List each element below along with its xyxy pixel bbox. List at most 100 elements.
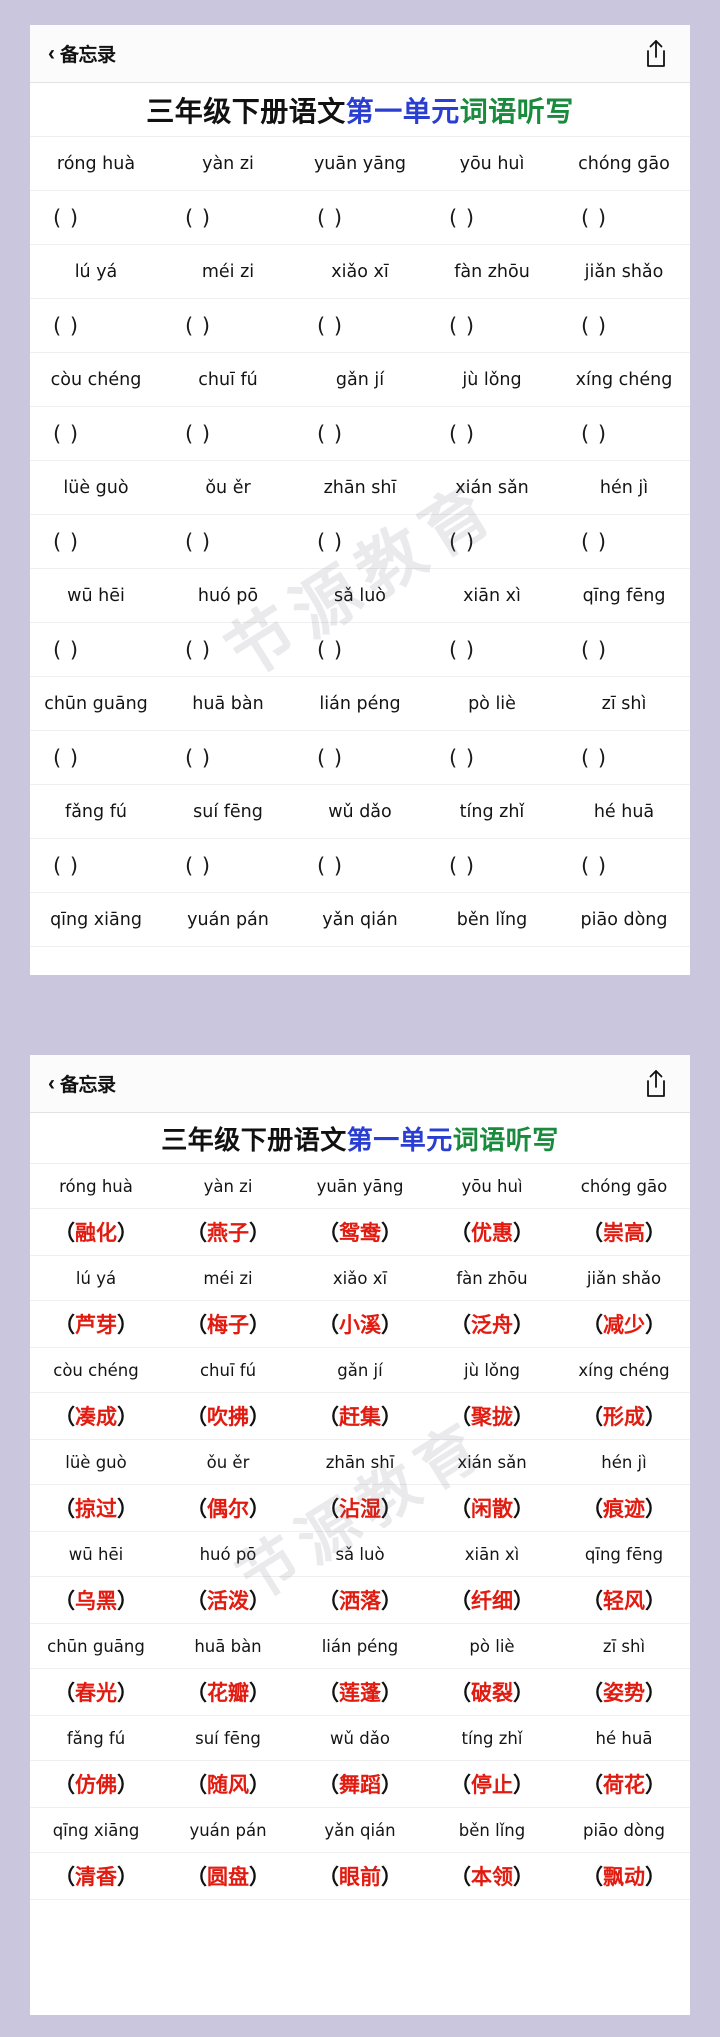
pinyin-cell: wǔ dǎo <box>330 1728 390 1748</box>
blank-paren[interactable]: ( ) <box>53 206 139 230</box>
pinyin-cell: zī shì <box>601 693 647 714</box>
paren-close: ） <box>645 1220 666 1245</box>
blank-paren[interactable]: ( ) <box>185 746 271 770</box>
paren-open: （ <box>318 1680 339 1705</box>
pinyin-cell: gǎn jí <box>335 369 385 390</box>
share-icon[interactable] <box>644 39 668 69</box>
table-row: ( ) ( ) ( ) ( ) ( ) <box>30 623 690 677</box>
blank-paren[interactable]: ( ) <box>185 206 271 230</box>
pinyin-cell: qīng fēng <box>582 585 666 606</box>
blank-paren[interactable]: ( ) <box>53 638 139 662</box>
title-part-grade: 三年级下册语文 <box>161 1126 347 1156</box>
pinyin-cell: còu chéng <box>53 1360 139 1380</box>
blank-paren[interactable]: ( ) <box>53 314 139 338</box>
blank-paren[interactable]: ( ) <box>317 638 403 662</box>
paren-open: （ <box>582 1404 603 1429</box>
paren-open: （ <box>186 1588 207 1613</box>
blank-paren[interactable]: ( ) <box>53 422 139 446</box>
blank-paren[interactable]: ( ) <box>185 422 271 446</box>
pinyin-cell: qīng xiāng <box>52 1820 140 1840</box>
pinyin-cell: chūn guāng <box>44 693 148 714</box>
answer-blank: ( ) <box>558 314 690 338</box>
paren-open: （ <box>54 1404 75 1429</box>
table-row: ( ) ( ) ( ) ( ) ( ) <box>30 191 690 245</box>
table-row: （融化） （燕子） （鸳鸯） （优惠） （崇高） <box>30 1209 690 1256</box>
paren-open: （ <box>318 1864 339 1889</box>
blank-paren[interactable]: ( ) <box>449 638 535 662</box>
answer-word: 停止 <box>471 1772 513 1797</box>
share-icon[interactable] <box>644 1069 668 1099</box>
pinyin-cell: ǒu ěr <box>205 477 251 498</box>
blank-paren[interactable]: ( ) <box>317 206 403 230</box>
answer-word: 减少 <box>603 1312 645 1337</box>
answer-word: 随风 <box>207 1772 249 1797</box>
paren-close: ） <box>117 1772 138 1797</box>
chevron-left-icon: ‹ <box>48 1072 55 1095</box>
blank-paren[interactable]: ( ) <box>581 854 667 878</box>
pinyin-cell: lüè guò <box>63 477 129 498</box>
table-row: （春光） （花瓣） （莲蓬） （破裂） （姿势） <box>30 1669 690 1716</box>
answer-blank: ( ) <box>294 422 426 446</box>
paren-close: ） <box>117 1404 138 1429</box>
pinyin-cell: gǎn jí <box>337 1360 383 1380</box>
blank-paren[interactable]: ( ) <box>581 530 667 554</box>
answer-cell: （清香） <box>30 1861 162 1891</box>
blank-paren[interactable]: ( ) <box>317 854 403 878</box>
paren-close: ） <box>381 1772 402 1797</box>
blank-paren[interactable]: ( ) <box>581 206 667 230</box>
blank-paren[interactable]: ( ) <box>317 746 403 770</box>
paren-open: （ <box>450 1680 471 1705</box>
blank-paren[interactable]: ( ) <box>317 422 403 446</box>
answer-blank: ( ) <box>162 746 294 770</box>
paren-open: （ <box>54 1220 75 1245</box>
blank-paren[interactable]: ( ) <box>449 206 535 230</box>
pinyin-cell: lú yá <box>74 261 118 282</box>
blank-paren[interactable]: ( ) <box>185 854 271 878</box>
table-row: （芦芽） （梅子） （小溪） （泛舟） （减少） <box>30 1301 690 1348</box>
blank-paren[interactable]: ( ) <box>185 314 271 338</box>
blank-paren[interactable]: ( ) <box>449 530 535 554</box>
blank-paren[interactable]: ( ) <box>53 746 139 770</box>
paren-open: （ <box>186 1404 207 1429</box>
blank-paren[interactable]: ( ) <box>53 854 139 878</box>
pinyin-cell: xíng chéng <box>575 369 673 390</box>
blank-paren[interactable]: ( ) <box>581 422 667 446</box>
worksheet-body-blank: róng huà yàn zi yuān yāng yōu huì chóng … <box>30 137 690 975</box>
blank-paren[interactable]: ( ) <box>449 422 535 446</box>
table-row: （清香） （圆盘） （眼前） （本领） （飘动） <box>30 1853 690 1900</box>
answer-word: 泛舟 <box>471 1312 513 1337</box>
blank-paren[interactable]: ( ) <box>449 746 535 770</box>
pinyin-cell: yuán pán <box>189 1820 267 1840</box>
blank-paren[interactable]: ( ) <box>317 530 403 554</box>
pinyin-cell: xián sǎn <box>457 1452 527 1472</box>
table-row: （凑成） （吹拂） （赶集） （聚拢） （形成） <box>30 1393 690 1440</box>
blank-paren[interactable]: ( ) <box>581 638 667 662</box>
answer-word: 轻风 <box>603 1588 645 1613</box>
answer-cell: （乌黑） <box>30 1585 162 1615</box>
pinyin-cell: fàn zhōu <box>456 1268 528 1288</box>
answer-cell: （轻风） <box>558 1585 690 1615</box>
answer-cell: （掠过） <box>30 1493 162 1523</box>
blank-paren[interactable]: ( ) <box>449 854 535 878</box>
paren-open: （ <box>582 1588 603 1613</box>
answer-cell: （圆盘） <box>162 1861 294 1891</box>
table-row: wū hēi huó pō sǎ luò xiān xì qīng fēng <box>30 1532 690 1577</box>
blank-paren[interactable]: ( ) <box>53 530 139 554</box>
back-button[interactable]: ‹ 备忘录 <box>48 40 116 67</box>
blank-paren[interactable]: ( ) <box>581 746 667 770</box>
answer-cell: （眼前） <box>294 1861 426 1891</box>
answer-cell: （凑成） <box>30 1401 162 1431</box>
blank-paren[interactable]: ( ) <box>185 638 271 662</box>
blank-paren[interactable]: ( ) <box>185 530 271 554</box>
pinyin-cell: hé huā <box>593 801 655 822</box>
blank-paren[interactable]: ( ) <box>581 314 667 338</box>
pinyin-cell: wǔ dǎo <box>328 801 392 822</box>
pinyin-cell: jiǎn shǎo <box>586 1268 662 1288</box>
blank-paren[interactable]: ( ) <box>317 314 403 338</box>
blank-paren[interactable]: ( ) <box>449 314 535 338</box>
table-row: lú yá méi zi xiǎo xī fàn zhōu jiǎn shǎo <box>30 245 690 299</box>
paren-open: （ <box>54 1588 75 1613</box>
back-button[interactable]: ‹ 备忘录 <box>48 1070 116 1097</box>
pinyin-cell: zī shì <box>602 1636 646 1656</box>
answer-word: 梅子 <box>207 1312 249 1337</box>
